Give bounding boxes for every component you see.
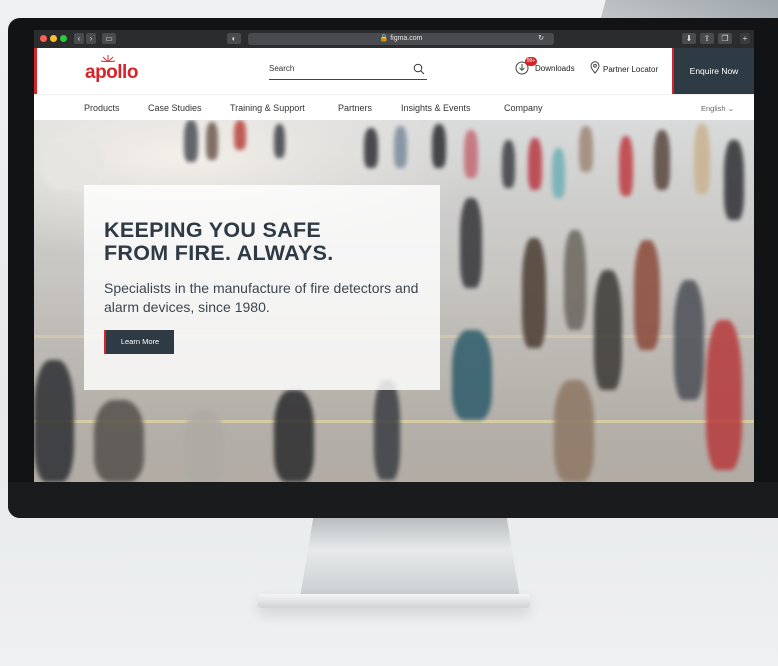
location-pin-icon[interactable] <box>590 61 600 74</box>
monitor-bezel <box>8 482 778 518</box>
search-icon[interactable] <box>413 63 425 75</box>
sidebar-toggle-icon[interactable]: ▭ <box>102 33 116 44</box>
search-input[interactable]: Search <box>269 62 427 80</box>
photo-shopper <box>274 124 285 158</box>
enquire-now-button[interactable]: Enquire Now <box>672 48 754 94</box>
photo-shopper <box>364 128 378 168</box>
language-label: English <box>701 104 726 113</box>
photo-shopper <box>206 122 218 160</box>
back-arrow-icon[interactable]: ‹ <box>74 33 84 44</box>
browser-toolbar: ‹ › ▭ ◐ 🔒 figma.com ↻ ⬇ ⇪ ❐ + <box>34 30 754 48</box>
privacy-shield-icon[interactable]: ◐ <box>227 33 241 44</box>
photo-shopper <box>184 410 224 482</box>
photo-shopper <box>94 400 144 482</box>
downloads-link[interactable]: Downloads <box>535 64 575 73</box>
photo-kiosk <box>44 135 104 190</box>
photo-shopper <box>552 148 565 198</box>
photo-shopper <box>502 140 515 188</box>
nav-item-insights-events[interactable]: Insights & Events <box>401 103 471 113</box>
photo-shopper <box>694 124 710 194</box>
language-selector[interactable]: English ⌄ <box>701 104 734 113</box>
photo-shopper <box>654 130 670 190</box>
share-icon[interactable]: ⇪ <box>700 33 714 44</box>
photo-shopper <box>674 280 704 400</box>
download-indicator-icon[interactable]: ⬇ <box>682 33 696 44</box>
close-window-dot[interactable] <box>40 35 47 42</box>
hero-headline-line2: FROM FIRE. ALWAYS. <box>104 241 334 265</box>
nav-item-company[interactable]: Company <box>504 103 543 113</box>
minimize-window-dot[interactable] <box>50 35 57 42</box>
photo-shopper <box>706 320 742 470</box>
nav-item-case-studies[interactable]: Case Studies <box>148 103 202 113</box>
photo-shopper <box>528 138 542 190</box>
photo-shopper <box>619 136 633 196</box>
photo-shopper <box>522 238 546 348</box>
hero-banner: KEEPING YOU SAFE FROM FIRE. ALWAYS. Spec… <box>34 120 754 482</box>
photo-shopper <box>184 120 198 162</box>
nav-item-partners[interactable]: Partners <box>338 103 372 113</box>
photo-shopper <box>460 198 482 288</box>
hero-card: KEEPING YOU SAFE FROM FIRE. ALWAYS. Spec… <box>84 185 440 390</box>
photo-shopper <box>564 230 586 330</box>
photo-shopper <box>634 240 660 350</box>
address-bar-url: figma.com <box>390 35 423 42</box>
partner-locator-link[interactable]: Partner Locator <box>603 65 658 74</box>
photo-shopper <box>432 124 446 168</box>
photo-shopper <box>34 360 74 482</box>
photo-shopper <box>594 270 622 390</box>
hero-subtext: Specialists in the manufacture of fire d… <box>104 280 419 315</box>
monitor-stand-neck <box>300 518 520 598</box>
monitor-stand-base <box>258 594 530 608</box>
search-placeholder: Search <box>269 64 295 73</box>
photo-shopper <box>274 390 314 482</box>
hero-headline: KEEPING YOU SAFE FROM FIRE. ALWAYS. <box>104 219 434 265</box>
address-bar[interactable]: 🔒 figma.com ↻ <box>248 33 554 45</box>
photo-shopper <box>452 330 492 420</box>
photo-shopper <box>724 140 744 220</box>
lock-icon: 🔒 <box>379 35 389 42</box>
monitor-screen: ‹ › ▭ ◐ 🔒 figma.com ↻ ⬇ ⇪ ❐ + apollo Sea… <box>34 30 754 482</box>
photo-shopper <box>394 126 407 168</box>
new-tab-icon[interactable]: + <box>740 33 750 44</box>
photo-shopper <box>234 120 246 150</box>
logo-sunburst-icon <box>101 55 115 62</box>
reload-icon[interactable]: ↻ <box>538 33 544 45</box>
nav-item-training-support[interactable]: Training & Support <box>230 103 305 113</box>
maximize-window-dot[interactable] <box>60 35 67 42</box>
hero-headline-line1: KEEPING YOU SAFE <box>104 218 322 242</box>
chevron-down-icon: ⌄ <box>727 104 734 113</box>
site-header: apollo Search 99+ Downloads Partner Loca… <box>34 48 754 94</box>
apollo-logo[interactable]: apollo <box>85 62 138 84</box>
learn-more-button[interactable]: Learn More <box>104 330 174 354</box>
main-navigation: Products Case Studies Training & Support… <box>34 94 754 121</box>
photo-shopper <box>464 130 478 178</box>
forward-arrow-icon[interactable]: › <box>86 33 96 44</box>
photo-shopper <box>374 380 400 480</box>
photo-shopper <box>579 126 593 172</box>
photo-shopper <box>554 380 594 482</box>
nav-item-products[interactable]: Products <box>84 103 120 113</box>
tabs-overview-icon[interactable]: ❐ <box>718 33 732 44</box>
